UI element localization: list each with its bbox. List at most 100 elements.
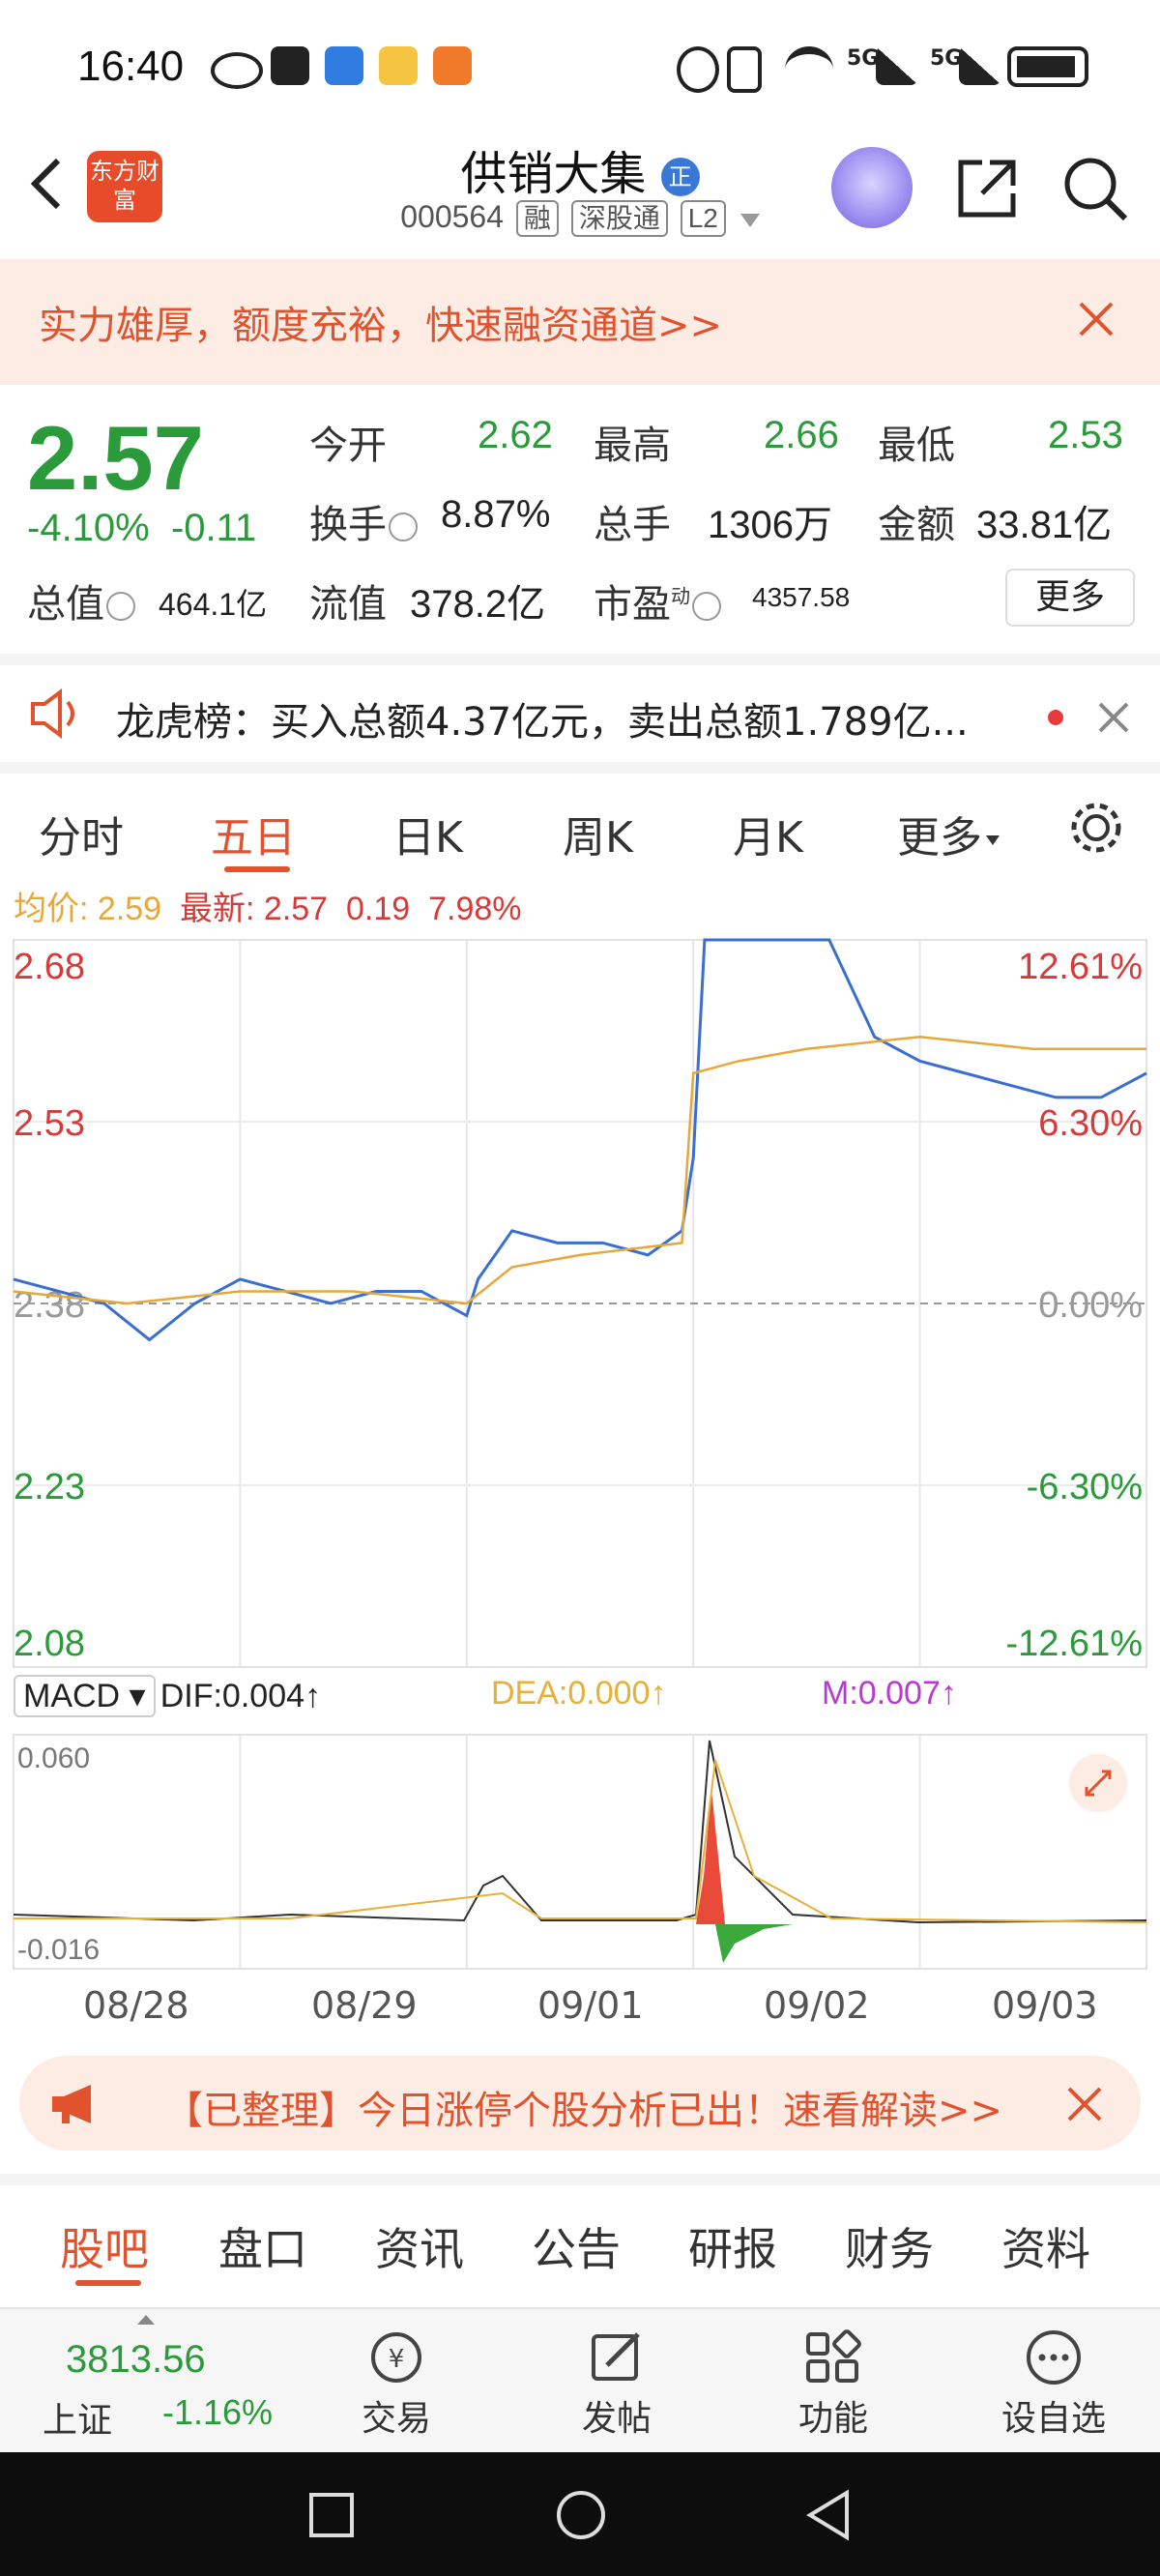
functions-button[interactable]: 功能: [775, 2328, 891, 2441]
amount-label: 金额: [878, 503, 955, 547]
y-pct-label: -6.30%: [1027, 1467, 1143, 1508]
y-tick-label: 2.53: [14, 1103, 85, 1144]
five-day-price-chart[interactable]: 2.68 12.61% 2.53 6.30% 2.38 0.00% 2.23 -6.30% 2.…: [0, 936, 1160, 1671]
network-label-2: 5G: [930, 46, 963, 71]
system-nav-bar: [0, 2452, 1160, 2576]
unread-dot: [1048, 710, 1063, 725]
tab-finance[interactable]: 财务: [845, 2214, 934, 2278]
macd-dif: DIF:0.004↑: [160, 1678, 322, 1714]
tab-profile[interactable]: 资料: [1001, 2214, 1090, 2278]
nfc-icon: [271, 46, 309, 85]
svg-text:¥: ¥: [389, 2345, 405, 2374]
bottom-toolbar: 3813.56 上证 -1.16% ¥ 交易 发帖 功能 设自选: [0, 2307, 1160, 2454]
signal-icon: [876, 46, 918, 85]
weather-icon: [379, 46, 418, 85]
y-pct-label: 0.00%: [1038, 1285, 1143, 1326]
home-icon[interactable]: [555, 2489, 607, 2541]
grid-icon: [806, 2329, 861, 2383]
alarm-icon: [677, 46, 719, 93]
info-icon[interactable]: [389, 512, 418, 542]
tab-five-day[interactable]: 五日: [211, 803, 296, 864]
info-icon[interactable]: [106, 592, 135, 621]
tab-daily-k[interactable]: 日K: [392, 803, 463, 864]
tab-more[interactable]: 更多: [897, 803, 1000, 864]
y-tick-label: 2.08: [14, 1624, 85, 1664]
float-value: 378.2亿: [410, 583, 546, 626]
tab-announcements[interactable]: 公告: [532, 2214, 621, 2278]
search-button[interactable]: [1061, 155, 1129, 222]
macd-chart[interactable]: 0.060 -0.016: [0, 1731, 1160, 1973]
financing-promo[interactable]: 实力雄厚，额度充裕，快速融资通道>>: [0, 259, 1160, 385]
tab-guba[interactable]: 股吧: [60, 2214, 149, 2278]
tag-margin: 融: [515, 200, 559, 237]
avg-label: 均价:: [14, 891, 89, 927]
index-value: 3813.56: [66, 2338, 206, 2381]
longhubang-text[interactable]: 龙虎榜：买入总额4.37亿元，卖出总额1.789亿...: [116, 690, 1005, 746]
y-pct-label: 6.30%: [1038, 1103, 1143, 1144]
trade-button[interactable]: ¥ 交易: [338, 2328, 454, 2441]
promo-text[interactable]: 实力雄厚，额度充裕，快速融资通道>>: [39, 294, 722, 350]
caret-down-icon[interactable]: [740, 214, 760, 227]
change-percent: -4.10%: [27, 507, 150, 549]
close-icon[interactable]: [1096, 700, 1131, 735]
more-dots-icon: [1027, 2330, 1081, 2385]
tab-research[interactable]: 研报: [688, 2214, 777, 2278]
macd-top-label: 0.060: [17, 1742, 90, 1774]
date-axis: 08/28 08/29 09/01 09/02 09/03: [0, 1978, 1160, 2033]
tab-pankou[interactable]: 盘口: [218, 2214, 307, 2278]
tab-more-label: 更多: [897, 813, 982, 863]
longhubang-bar[interactable]: 龙虎榜：买入总额4.37亿元，卖出总额1.789亿...: [0, 654, 1160, 772]
tab-intraday[interactable]: 分时: [39, 803, 124, 864]
back-icon[interactable]: [804, 2489, 853, 2541]
stock-code: 000564: [400, 199, 505, 234]
pe-value: 4357.58: [752, 582, 851, 612]
signal-icon-2: [959, 46, 1001, 85]
active-tab-indicator: [224, 866, 290, 872]
post-label: 发帖: [581, 2399, 652, 2439]
eye-icon: [211, 52, 263, 89]
share-icon: [958, 160, 1016, 218]
robot-assistant-icon[interactable]: [831, 147, 913, 228]
functions-label: 功能: [798, 2399, 868, 2439]
avg-price-row: 均价: 2.59 最新: 2.57 0.19 7.98%: [14, 882, 522, 929]
macd-name: MACD: [23, 1678, 121, 1714]
index-ticker[interactable]: 3813.56 上证 -1.16%: [0, 2309, 290, 2454]
turnover-label: 换手: [309, 493, 418, 549]
pe-label-text: 市盈: [594, 582, 671, 627]
change-amount: -0.11: [170, 507, 257, 549]
close-icon[interactable]: [1065, 2085, 1104, 2123]
index-name: 上证: [43, 2401, 113, 2441]
post-button[interactable]: 发帖: [559, 2328, 675, 2441]
recents-icon[interactable]: [307, 2491, 356, 2539]
clock: 16:40: [77, 43, 185, 90]
tab-monthly-k[interactable]: 月K: [733, 803, 803, 864]
tag-connect: 深股通: [570, 200, 668, 237]
close-promo-button[interactable]: [1075, 298, 1117, 340]
more-quote-button[interactable]: 更多: [1005, 569, 1135, 627]
macd-header: MACD ▾ DIF:0.004↑ DEA:0.000↑ M:0.007↑: [14, 1675, 957, 1723]
limit-up-banner[interactable]: 【已整理】今日涨停个股分析已出！速看解读>>: [19, 2056, 1141, 2151]
tab-weekly-k[interactable]: 周K: [563, 803, 633, 864]
caret-down-icon: [986, 835, 1000, 845]
latest-value: 2.57: [263, 891, 329, 927]
float-label: 流值: [309, 582, 387, 627]
y-tick-label: 2.68: [14, 947, 85, 987]
stock-name: 供销大集: [460, 147, 647, 201]
status-bar: 16:40 5G 5G: [0, 0, 1160, 135]
turnover-value: 8.87%: [441, 493, 551, 536]
pe-sup: 动: [671, 584, 690, 608]
banner-text[interactable]: 【已整理】今日涨停个股分析已出！速看解读>>: [164, 2079, 1054, 2135]
low-value: 2.53: [1048, 414, 1123, 456]
tab-news[interactable]: 资讯: [375, 2214, 464, 2278]
edit-icon: [592, 2332, 640, 2381]
macd-selector[interactable]: MACD ▾: [14, 1675, 156, 1717]
avg-value: 2.59: [97, 891, 162, 927]
open-value: 2.62: [478, 414, 553, 456]
share-button[interactable]: [953, 155, 1021, 222]
app-notify-icon: [433, 46, 472, 85]
add-watchlist-button[interactable]: 设自选: [986, 2328, 1121, 2441]
macd-bottom-label: -0.016: [17, 1934, 100, 1966]
settings-gear-icon[interactable]: [1067, 799, 1125, 857]
info-icon[interactable]: [692, 592, 721, 621]
trade-label: 交易: [361, 2399, 431, 2439]
